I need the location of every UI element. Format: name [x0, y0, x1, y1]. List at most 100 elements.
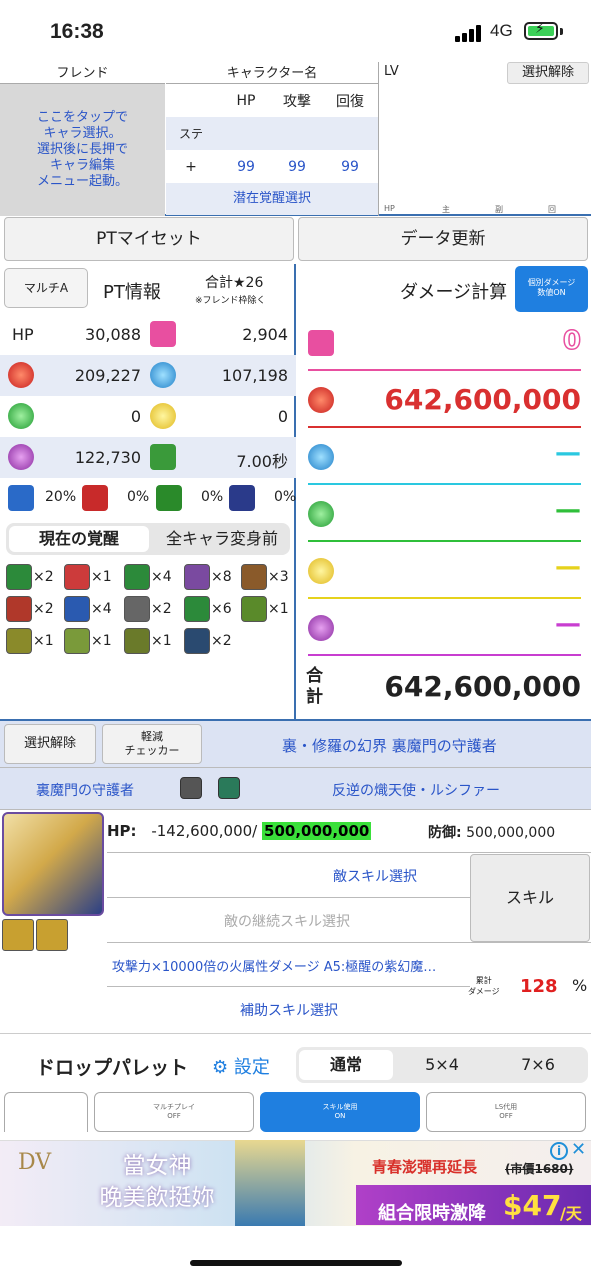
floor-name[interactable]: 裏魔門の守護者	[36, 780, 134, 800]
support-skill-select[interactable]: 補助スキル選択	[240, 1000, 338, 1020]
cross-icon	[6, 596, 32, 622]
palette-settings[interactable]: ⚙ 設定	[212, 1053, 270, 1079]
wood-damage-value: —	[555, 495, 581, 525]
palette-title: ドロップパレット	[36, 1057, 189, 1079]
reduction-checker-button[interactable]: 軽減 チェッカー	[102, 724, 202, 764]
data-refresh-button[interactable]: データ更新	[298, 217, 588, 261]
seven-combo-icon	[184, 564, 210, 590]
friend-header: フレンド	[0, 62, 165, 84]
wood-orb-icon	[8, 403, 34, 429]
resist-value-3: 0%	[201, 489, 224, 505]
multiplay-toggle[interactable]: マルチプレイ OFF	[94, 1092, 254, 1132]
resist-value-1: 20%	[45, 489, 77, 505]
individual-damage-toggle[interactable]: 個別ダメージ 数値ON	[515, 266, 588, 312]
hp-row: HP 30,088 2,904	[0, 314, 296, 355]
plus-rcv[interactable]: 99	[325, 159, 375, 175]
col-rcv: 回復	[336, 93, 364, 110]
enemy-skill-select[interactable]: 敵スキル選択	[333, 866, 417, 886]
awakening-count: ×2	[33, 601, 54, 617]
ad-old-price: (市價1680)	[505, 1162, 574, 1176]
boss-name[interactable]: 反逆の熾天使・ルシファー	[332, 780, 500, 800]
awakening-count: ×4	[91, 601, 112, 617]
light-icon	[308, 558, 334, 584]
heart-damage-row: 0	[300, 314, 589, 371]
water-orb-icon	[150, 362, 176, 388]
ad-close-icon[interactable]: ✕	[571, 1139, 586, 1160]
ad-info-icon[interactable]: i	[550, 1142, 568, 1160]
awakening-count: ×2	[151, 601, 172, 617]
heart-damage-value: 0	[562, 325, 582, 357]
gear-icon: ⚙	[212, 1057, 229, 1078]
water-damage-row: —	[300, 428, 589, 485]
plus-label: +	[185, 158, 197, 175]
awakening-count: ×2	[211, 633, 232, 649]
friend-slot[interactable]: ここをタップで キャラ選択。 選択後に長押で キャラ編集 メニュー起動。	[0, 84, 165, 216]
heart-icon	[308, 330, 334, 356]
tab-normal[interactable]: 通常	[299, 1050, 393, 1080]
deselect-button[interactable]: 選択解除	[507, 62, 589, 84]
fire-damage-row: 642,600,000	[300, 371, 589, 428]
lv-sub-main: 主	[442, 205, 450, 214]
enemy-deselect-button[interactable]: 選択解除	[4, 724, 96, 764]
wood-attack-value: 0	[130, 407, 141, 426]
ls-substitute-toggle[interactable]: LS代用 OFF	[426, 1092, 586, 1132]
awakening-count: ×4	[151, 569, 172, 585]
tab-current-awakening[interactable]: 現在の覚醒	[9, 526, 149, 552]
network-type: 4G	[490, 21, 513, 40]
divider	[107, 942, 591, 943]
awakening-count: ×8	[211, 569, 232, 585]
skill-button[interactable]: スキル	[470, 854, 590, 942]
tab-7x6[interactable]: 7×6	[491, 1050, 585, 1080]
fire-water-row: 209,227 107,198	[0, 355, 296, 396]
palette-blank-slot[interactable]	[4, 1092, 88, 1132]
plus-hp[interactable]: 99	[221, 159, 271, 175]
dark-damage-row: —	[300, 599, 589, 656]
awakening-count: ×6	[211, 601, 232, 617]
latent-awakening-select[interactable]: 潜在覚醒選択	[166, 183, 378, 215]
light-orb-icon	[150, 403, 176, 429]
gear-icon[interactable]	[180, 777, 202, 799]
wood-icon	[308, 501, 334, 527]
awakening-count: ×3	[268, 569, 289, 585]
ten-combo-icon	[241, 564, 267, 590]
light-attack-value: 0	[277, 407, 288, 426]
lv-sub-hp: HP	[384, 204, 395, 213]
skill-use-toggle[interactable]: スキル使用 ON	[260, 1092, 420, 1132]
dark-time-row: 122,730 7.00秒	[0, 437, 296, 478]
dark-damage-value: —	[555, 609, 581, 639]
ad-price-unit: /天	[560, 1204, 582, 1223]
divider	[107, 852, 591, 853]
ad-tagline: 青春澎彈再延長	[372, 1158, 478, 1176]
boss-portrait[interactable]	[2, 812, 104, 916]
awakening-count: ×2	[33, 569, 54, 585]
continuous-skill-select[interactable]: 敵の継続スキル選択	[224, 911, 350, 931]
guard-break-icon	[124, 596, 150, 622]
wood-damage-row: —	[300, 485, 589, 542]
fire-icon	[308, 387, 334, 413]
divider	[107, 897, 470, 898]
plus-atk[interactable]: 99	[272, 159, 322, 175]
awakening-count: ×1	[91, 633, 112, 649]
enemy-attack-description[interactable]: 攻撃力×10000倍の火属性ダメージ A5:極醒の紫幻魔…	[112, 956, 436, 975]
tab-5x4[interactable]: 5×4	[395, 1050, 489, 1080]
pt-preset-button[interactable]: PTマイセット	[4, 217, 294, 261]
heart-orb-icon	[150, 321, 176, 347]
awakening-count: ×1	[33, 633, 54, 649]
hp-max: 500,000,000	[262, 822, 372, 840]
time-extend-icon	[124, 564, 150, 590]
ad-product-image	[235, 1140, 305, 1226]
tab-all-before-transform[interactable]: 全キャラ変身前	[154, 526, 290, 552]
dark-bar	[308, 654, 581, 656]
multi-a-button[interactable]: マルチA	[4, 268, 88, 308]
dungeon-name[interactable]: 裏・修羅の幻界 裏魔門の守護者	[282, 735, 497, 756]
damage-title: ダメージ計算	[400, 282, 508, 303]
plus-row[interactable]: + 99 99 99	[166, 150, 378, 183]
machine-killer-icon	[124, 628, 150, 654]
level-column	[378, 62, 591, 216]
awakening-count: ×1	[268, 601, 289, 617]
def-value: 500,000,000	[466, 825, 556, 841]
orb-swap-icon[interactable]	[218, 777, 240, 799]
dragon-killer-icon	[6, 628, 32, 654]
move-time-value: 7.00秒	[236, 452, 288, 471]
level-label: LV	[384, 64, 399, 79]
